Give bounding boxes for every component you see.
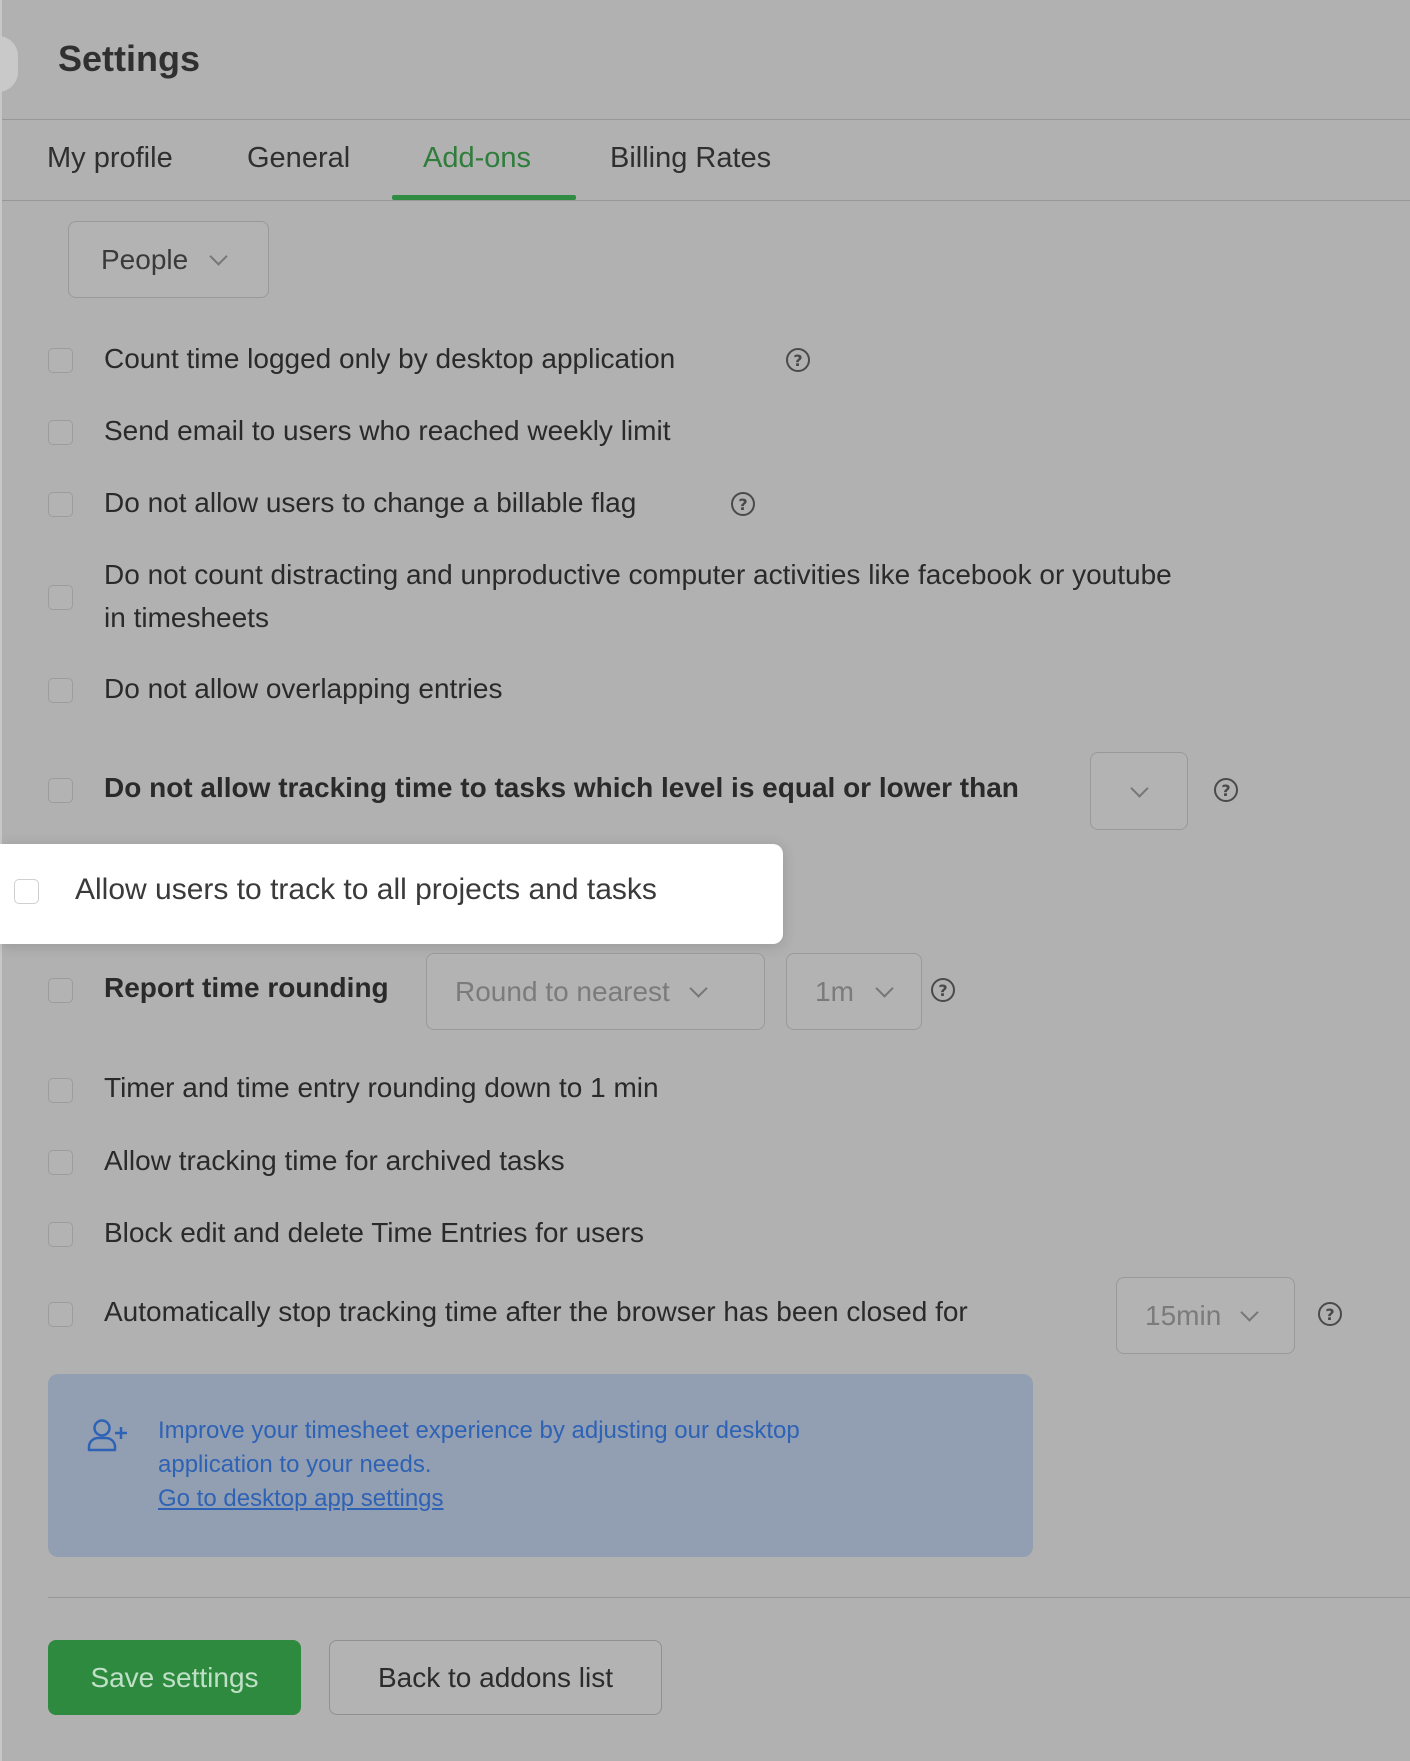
save-settings-button[interactable]: Save settings: [48, 1640, 301, 1715]
desktop-app-settings-link[interactable]: Go to desktop app settings: [158, 1482, 444, 1516]
rounding-mode-select[interactable]: Round to nearest: [426, 953, 765, 1030]
checkbox-distracting-activities[interactable]: [48, 585, 73, 610]
tabs-divider: [2, 200, 1410, 201]
info-line-1: Improve your timesheet experience by adj…: [158, 1417, 800, 1444]
task-level-select[interactable]: [1090, 752, 1188, 830]
desktop-app-info-banner: Improve your timesheet experience by adj…: [48, 1374, 1033, 1557]
back-to-addons-button[interactable]: Back to addons list: [329, 1640, 662, 1715]
checkbox-rounding-down[interactable]: [48, 1078, 73, 1103]
collapse-handle[interactable]: [0, 36, 18, 92]
chevron-down-icon: [1129, 778, 1149, 798]
tab-add-ons[interactable]: Add-ons: [423, 142, 531, 175]
add-user-icon: [87, 1419, 127, 1452]
chevron-down-icon: [689, 979, 708, 998]
tab-general[interactable]: General: [247, 142, 350, 175]
option-rounding-down-label: Timer and time entry rounding down to 1 …: [104, 1072, 659, 1103]
auto-stop-duration-value: 15min: [1145, 1299, 1222, 1331]
checkbox-auto-stop-tracking[interactable]: [48, 1302, 73, 1327]
option-report-time-rounding-label: Report time rounding: [104, 972, 389, 1003]
people-dropdown-value: People: [101, 243, 189, 275]
info-text: Improve your timesheet experience by adj…: [158, 1414, 800, 1516]
option-track-all-projects-label: Allow users to track to all projects and…: [75, 873, 657, 906]
option-weekly-limit-email-label: Send email to users who reached weekly l…: [104, 415, 671, 446]
option-overlapping-entries-label: Do not allow overlapping entries: [104, 673, 503, 704]
rounding-interval-value: 1m: [815, 975, 854, 1007]
option-task-level-limit-label: Do not allow tracking time to tasks whic…: [104, 772, 1019, 803]
checkbox-archived-tasks[interactable]: [48, 1150, 73, 1175]
chevron-down-icon: [1240, 1303, 1259, 1322]
checkbox-weekly-limit-email[interactable]: [48, 420, 73, 445]
option-block-edit-delete-label: Block edit and delete Time Entries for u…: [104, 1217, 645, 1248]
rounding-mode-value: Round to nearest: [455, 975, 670, 1007]
help-icon[interactable]: ?: [731, 492, 755, 516]
header-divider: [2, 119, 1410, 120]
info-line-2: application to your needs.: [158, 1451, 432, 1478]
option-archived-tasks-label: Allow tracking time for archived tasks: [104, 1145, 565, 1176]
option-distracting-activities-label-line1: Do not count distracting and unproductiv…: [104, 559, 1172, 590]
chevron-down-icon: [875, 979, 894, 998]
checkbox-block-edit-delete[interactable]: [48, 1222, 73, 1247]
tab-my-profile[interactable]: My profile: [47, 142, 173, 175]
checkbox-overlapping-entries[interactable]: [48, 678, 73, 703]
footer-divider: [48, 1597, 1410, 1598]
tab-billing-rates[interactable]: Billing Rates: [610, 142, 771, 175]
rounding-interval-select[interactable]: 1m: [786, 953, 922, 1030]
help-icon[interactable]: ?: [931, 978, 955, 1002]
checkbox-billable-flag[interactable]: [48, 492, 73, 517]
checkbox-desktop-only[interactable]: [48, 348, 73, 373]
help-icon[interactable]: ?: [1318, 1302, 1342, 1326]
option-distracting-activities-label-line2: in timesheets: [104, 602, 269, 633]
checkbox-report-time-rounding[interactable]: [48, 978, 73, 1003]
page-title: Settings: [58, 38, 201, 79]
chevron-down-icon: [209, 247, 228, 266]
checkbox-task-level-limit[interactable]: [48, 778, 73, 803]
option-desktop-only-label: Count time logged only by desktop applic…: [104, 343, 676, 374]
option-billable-flag-label: Do not allow users to change a billable …: [104, 487, 637, 518]
option-auto-stop-tracking-label: Automatically stop tracking time after t…: [104, 1296, 968, 1327]
checkbox-track-all-projects[interactable]: [14, 879, 39, 904]
people-dropdown[interactable]: People: [68, 221, 269, 298]
auto-stop-duration-select[interactable]: 15min: [1116, 1277, 1295, 1354]
help-icon[interactable]: ?: [786, 348, 810, 372]
help-icon[interactable]: ?: [1214, 778, 1238, 802]
